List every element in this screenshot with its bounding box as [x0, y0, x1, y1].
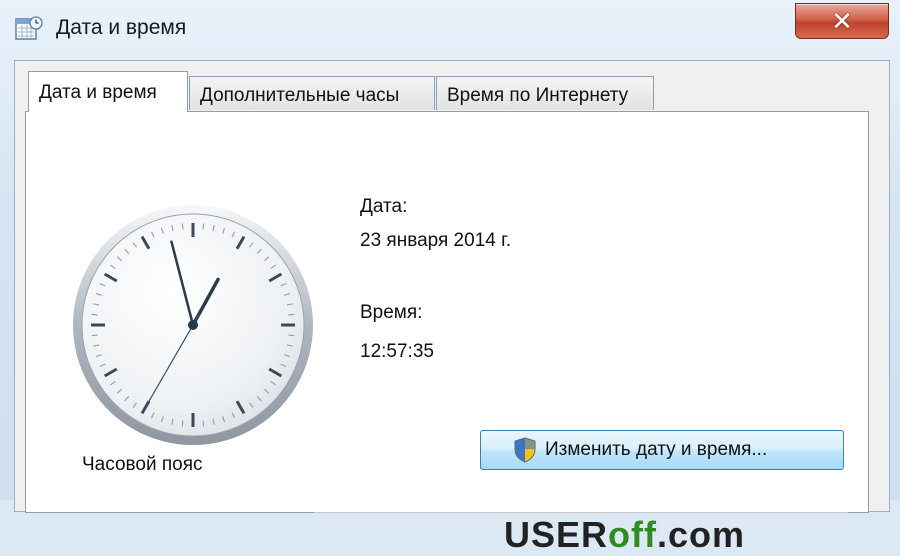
clock-center-pin [188, 320, 198, 330]
change-button-label: Изменить дату и время... [545, 439, 768, 460]
watermark-logo: USERoff.com [504, 514, 746, 555]
dialog-client-area: Дата и время Дополнительные часы Время п… [14, 60, 890, 555]
clock-minute-tick [288, 334, 295, 337]
time-label: Время: [360, 302, 423, 323]
tab-date-time[interactable]: Дата и время [28, 71, 188, 112]
analog-clock [73, 205, 313, 445]
close-icon: ✕ [831, 6, 853, 36]
window-frame: Дата и время ✕ Дата и время Дополнительн… [0, 0, 900, 555]
date-value: 23 января 2014 г. [360, 230, 511, 251]
tab-internet-time[interactable]: Время по Интернету [436, 76, 654, 110]
uac-shield-icon [514, 437, 536, 463]
clock-minute-tick [91, 313, 98, 316]
title-bar[interactable]: Дата и время ✕ [0, 0, 900, 58]
timezone-label: Часовой пояс [82, 454, 203, 475]
timezone-divider [314, 512, 848, 513]
window-title: Дата и время [56, 16, 187, 39]
clock-minute-tick [181, 223, 184, 230]
close-button[interactable]: ✕ [795, 3, 889, 39]
clock-minute-tick [91, 334, 98, 337]
tab-panel: Дата: 23 января 2014 г. Время: 12:57:35 … [25, 111, 869, 555]
tab-additional-clocks[interactable]: Дополнительные часы [189, 76, 435, 110]
clock-minute-tick [202, 420, 205, 427]
calendar-clock-icon [15, 16, 43, 40]
clock-minute-tick [202, 223, 205, 230]
clock-minute-tick [181, 420, 184, 427]
change-date-time-button[interactable]: Изменить дату и время... [480, 430, 844, 470]
date-label: Дата: [360, 196, 408, 217]
time-value: 12:57:35 [360, 341, 434, 362]
clock-minute-tick [288, 313, 295, 316]
